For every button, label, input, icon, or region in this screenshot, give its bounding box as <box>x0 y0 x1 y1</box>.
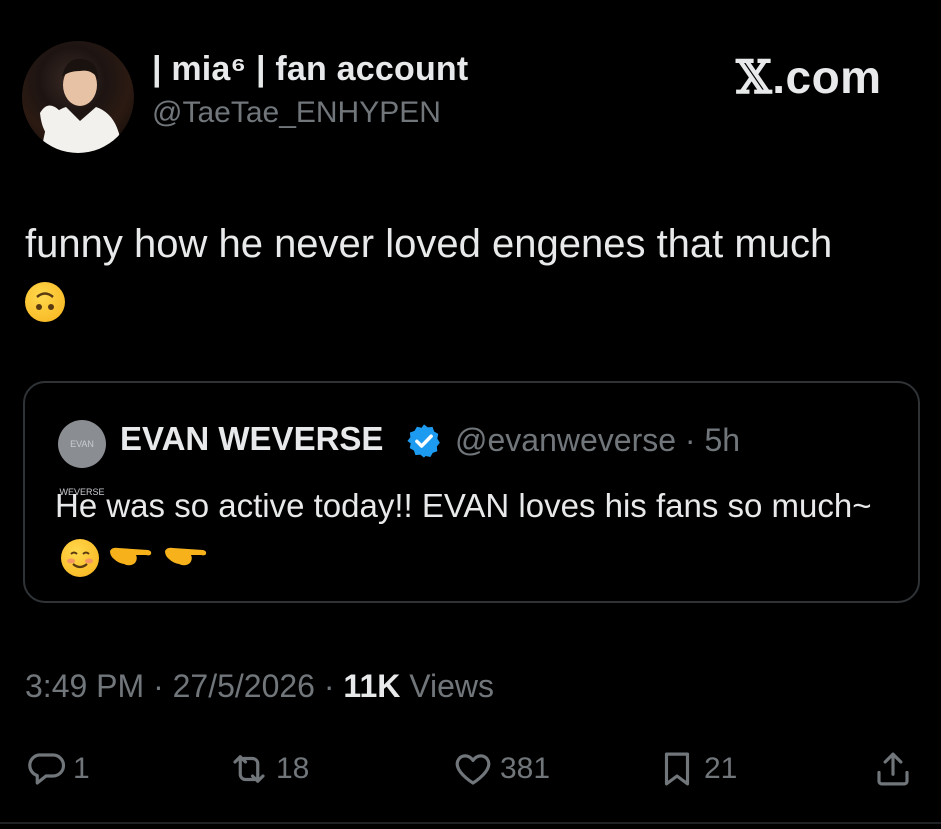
profile-avatar[interactable] <box>22 41 134 153</box>
upside-down-face-emoji <box>25 282 65 323</box>
quoted-handle[interactable]: @evanweverse · 5h <box>455 422 740 459</box>
tweet-text-content: funny how he never loved engenes that mu… <box>25 222 833 266</box>
pointing-hand-emoji <box>163 533 209 583</box>
views-label: Views <box>400 668 495 704</box>
like-button[interactable]: 381 <box>452 748 550 790</box>
repost-count: 18 <box>276 752 310 785</box>
reply-button[interactable]: 1 <box>25 748 90 790</box>
bookmark-button[interactable]: 21 <box>656 748 737 790</box>
bookmark-icon <box>664 752 690 786</box>
tweet-text: funny how he never loved engenes that mu… <box>25 216 915 328</box>
quoted-display-name[interactable]: EVAN WEVERSE <box>120 420 383 458</box>
heart-icon <box>455 754 491 785</box>
pointing-hand-emoji <box>108 533 154 583</box>
avatar-portrait <box>40 58 122 153</box>
like-count: 381 <box>500 752 551 785</box>
reply-count: 1 <box>73 752 90 785</box>
bookmark-count: 21 <box>704 752 738 785</box>
share-icon <box>877 752 909 786</box>
user-handle[interactable]: @TaeTae_ENHYPEN <box>152 96 441 130</box>
brand-suffix: .com <box>772 51 882 103</box>
smiling-face-emoji <box>61 539 99 578</box>
repost-icon <box>233 755 265 783</box>
x-logo: 𝕏.com <box>736 50 882 104</box>
quoted-text-content: He was so active today!! EVAN loves his … <box>55 487 872 524</box>
verified-badge-icon <box>405 422 443 460</box>
repost-button[interactable]: 18 <box>228 748 309 790</box>
x-mark: 𝕏 <box>736 50 773 104</box>
tweet-timestamp[interactable]: 3:49 PM · 27/5/2026 · <box>25 668 343 704</box>
quoted-avatar[interactable]: EVAN WEVERSE <box>58 420 106 497</box>
views-count: 11K <box>343 668 401 704</box>
tweet-meta: 3:49 PM · 27/5/2026 · 11K Views <box>25 668 494 705</box>
share-button[interactable] <box>872 748 914 790</box>
display-name[interactable]: | mia⁶ | fan account <box>152 50 468 89</box>
quoted-text: He was so active today!! EVAN loves his … <box>55 481 895 583</box>
reply-icon <box>28 753 65 785</box>
divider <box>0 822 941 824</box>
